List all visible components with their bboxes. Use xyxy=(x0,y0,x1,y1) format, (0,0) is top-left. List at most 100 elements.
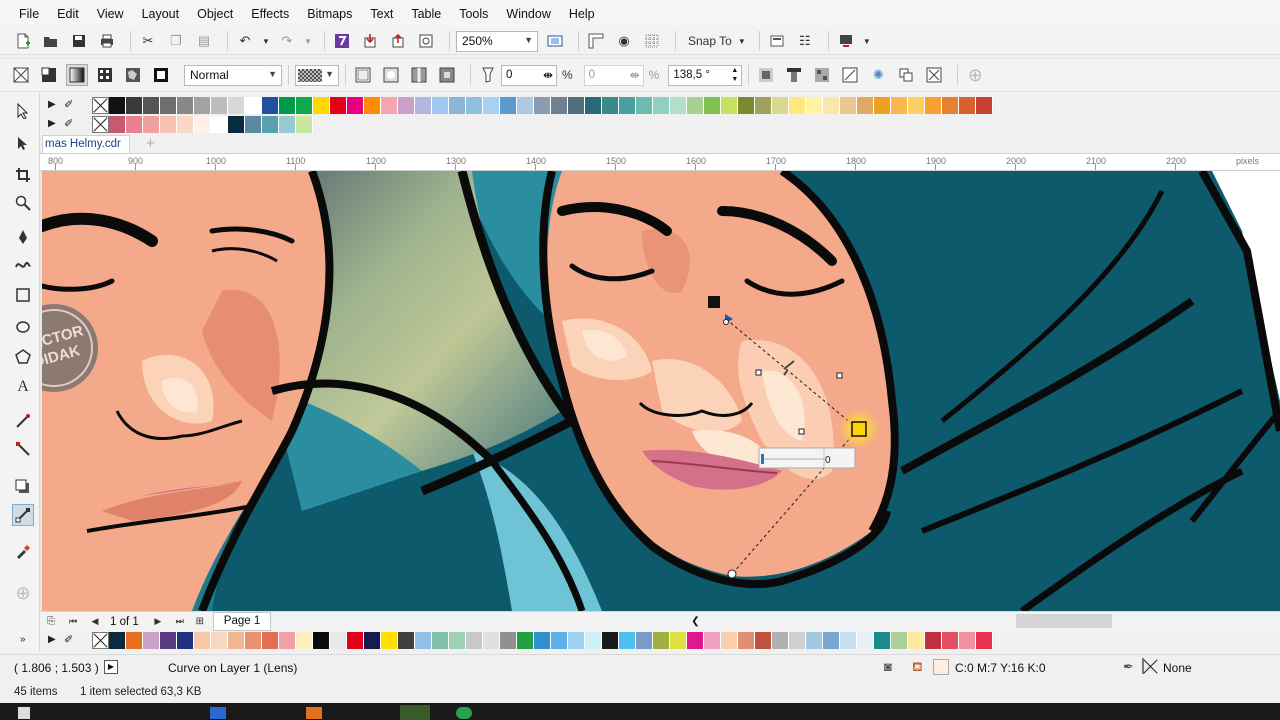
menu-object[interactable]: Object xyxy=(188,0,242,28)
color-swatch[interactable] xyxy=(500,97,517,114)
color-swatch[interactable] xyxy=(262,97,279,114)
color-swatch[interactable] xyxy=(296,116,313,133)
color-swatch[interactable] xyxy=(126,116,143,133)
copy-icon[interactable]: ❐ xyxy=(165,30,187,52)
menu-file[interactable]: File xyxy=(10,0,48,28)
color-swatch[interactable] xyxy=(245,116,262,133)
color-swatch[interactable] xyxy=(908,632,925,649)
launch-icon[interactable] xyxy=(835,30,857,52)
color-swatch[interactable] xyxy=(347,632,364,649)
color-swatch[interactable] xyxy=(262,116,279,133)
end-node-handle[interactable] xyxy=(851,421,867,437)
color-swatch[interactable] xyxy=(194,632,211,649)
start-node-handle[interactable] xyxy=(708,296,720,308)
zoom-level-dropdown[interactable]: 250% ▼ xyxy=(456,30,538,52)
color-swatch[interactable] xyxy=(976,97,993,114)
angle-input[interactable]: 138,5 ° ▲ ▼ xyxy=(668,64,743,86)
color-swatch[interactable] xyxy=(483,632,500,649)
color-swatch[interactable] xyxy=(857,97,874,114)
color-swatch[interactable] xyxy=(738,632,755,649)
color-swatch[interactable] xyxy=(449,97,466,114)
color-swatch[interactable] xyxy=(619,97,636,114)
color-swatch[interactable] xyxy=(279,632,296,649)
save-icon[interactable] xyxy=(68,30,90,52)
color-swatch[interactable] xyxy=(687,97,704,114)
color-swatch[interactable] xyxy=(194,97,211,114)
fill-color-swatch[interactable] xyxy=(933,659,949,675)
grid-icon[interactable] xyxy=(641,30,663,52)
edit-transparency-icon[interactable] xyxy=(811,64,833,86)
color-swatch[interactable] xyxy=(109,116,126,133)
drawing-canvas[interactable]: 0 VECTOR DIDAK xyxy=(42,171,1280,611)
menu-table[interactable]: Table xyxy=(402,0,450,28)
color-swatch[interactable] xyxy=(670,632,687,649)
color-swatch[interactable] xyxy=(245,97,262,114)
rectangular-fountain-icon[interactable] xyxy=(436,64,458,86)
menu-effects[interactable]: Effects xyxy=(242,0,298,28)
color-swatch[interactable] xyxy=(619,632,636,649)
artistic-media-icon[interactable] xyxy=(12,254,34,276)
transparency-input[interactable]: 0 ⇼ xyxy=(501,64,557,86)
color-swatch[interactable] xyxy=(704,97,721,114)
redo-icon[interactable]: ↷ xyxy=(276,30,298,52)
color-swatch[interactable] xyxy=(228,97,245,114)
color-swatch[interactable] xyxy=(398,97,415,114)
start-icon[interactable] xyxy=(18,707,30,719)
color-swatch[interactable] xyxy=(347,97,364,114)
color-swatch[interactable] xyxy=(806,632,823,649)
color-swatch[interactable] xyxy=(891,632,908,649)
menu-text[interactable]: Text xyxy=(361,0,402,28)
eyedropper-icon[interactable]: ✐ xyxy=(64,633,73,646)
color-swatch[interactable] xyxy=(653,632,670,649)
color-swatch[interactable] xyxy=(721,632,738,649)
color-swatch[interactable] xyxy=(466,632,483,649)
midpoint-input[interactable]: 0 ⇼ xyxy=(583,64,644,86)
color-swatch[interactable] xyxy=(653,97,670,114)
no-fill-swatch[interactable] xyxy=(92,632,109,649)
color-swatch[interactable] xyxy=(330,632,347,649)
color-swatch[interactable] xyxy=(228,116,245,133)
color-swatch[interactable] xyxy=(585,632,602,649)
menu-tools[interactable]: Tools xyxy=(450,0,497,28)
pattern-transparency-icon[interactable] xyxy=(94,64,116,86)
no-fill-swatch[interactable] xyxy=(92,97,109,114)
menu-bitmaps[interactable]: Bitmaps xyxy=(298,0,361,28)
color-swatch[interactable] xyxy=(160,632,177,649)
elliptical-fountain-icon[interactable] xyxy=(380,64,402,86)
color-swatch[interactable] xyxy=(432,632,449,649)
color-swatch[interactable] xyxy=(874,97,891,114)
color-swatch[interactable] xyxy=(721,97,738,114)
color-swatch[interactable] xyxy=(517,97,534,114)
horizontal-ruler[interactable]: 800 900 1000 1100 1200 1300 1400 1500 16… xyxy=(40,153,1280,171)
polygon-tool-icon[interactable] xyxy=(12,346,34,368)
text-tool-icon[interactable]: A xyxy=(12,376,34,398)
color-swatch[interactable] xyxy=(364,632,381,649)
launch-dropdown-icon[interactable]: ▼ xyxy=(863,30,871,52)
search-content-icon[interactable] xyxy=(331,30,353,52)
last-page-icon[interactable]: ⏭ xyxy=(173,611,187,633)
clear-transparency-icon[interactable] xyxy=(923,64,945,86)
color-swatch[interactable] xyxy=(534,632,551,649)
options-icon[interactable] xyxy=(766,30,788,52)
spin-up-icon[interactable]: ▲ ▼ xyxy=(731,66,738,84)
add-document-icon[interactable]: + xyxy=(146,135,155,153)
color-swatch[interactable] xyxy=(194,116,211,133)
drop-shadow-tool-icon[interactable] xyxy=(12,476,34,498)
color-swatch[interactable] xyxy=(959,97,976,114)
page-tab[interactable]: Page 1 xyxy=(212,612,272,631)
color-swatch[interactable] xyxy=(126,632,143,649)
two-color-transparency-icon[interactable] xyxy=(150,64,172,86)
color-swatch[interactable] xyxy=(823,632,840,649)
texture-transparency-icon[interactable] xyxy=(122,64,144,86)
open-icon[interactable] xyxy=(40,30,62,52)
color-swatch[interactable] xyxy=(500,632,517,649)
color-swatch[interactable] xyxy=(109,632,126,649)
color-swatch[interactable] xyxy=(840,97,857,114)
add-tool-icon[interactable]: ⊕ xyxy=(12,582,34,604)
color-swatch[interactable] xyxy=(806,97,823,114)
next-page-icon[interactable]: ▶ xyxy=(151,611,165,633)
color-swatch[interactable] xyxy=(891,97,908,114)
color-swatch[interactable] xyxy=(466,97,483,114)
color-swatch[interactable] xyxy=(755,97,772,114)
color-swatch[interactable] xyxy=(143,116,160,133)
